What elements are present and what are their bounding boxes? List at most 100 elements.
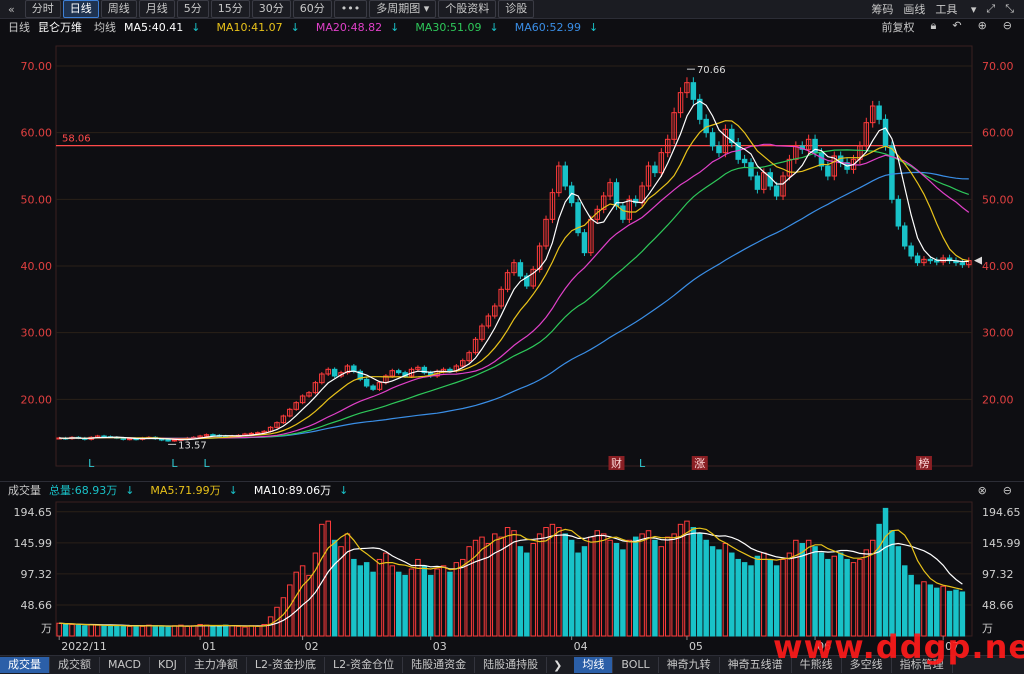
volume-bar [280,597,287,637]
zoom-out-icon[interactable]: ⊖ [1003,19,1012,35]
reference-line-label: 58.06 [62,134,91,145]
adjust-button[interactable]: 前复权 [881,19,914,35]
price-tick-label-right: 30.00 [982,327,1014,340]
ma30-line [59,149,969,439]
period-tab[interactable]: 5分 [176,0,209,18]
stock-info-button[interactable]: 个股资料 [438,0,497,18]
candle-body [652,165,658,174]
lock-icon[interactable]: 🔒︎ [930,19,936,35]
volume-tick-label-left: 194.65 [14,506,53,519]
x-axis-label: 03 [433,640,447,653]
period-tab[interactable]: 月线 [138,0,175,18]
overlay-tab[interactable]: 均线 [574,657,614,673]
expand-icon[interactable]: ⤢ [986,2,995,16]
event-marker: 涨 [694,457,705,470]
volume-bar [735,558,741,637]
volume-bar [216,625,223,637]
candle-body [370,385,376,390]
candle-body [748,162,754,177]
volume-bar [639,533,645,637]
period-tab[interactable]: ••• [333,0,368,18]
candle-body [709,132,716,147]
volume-bar [229,625,235,637]
volume-bar [235,625,242,637]
event-marker: L [171,457,178,470]
indicator-tab[interactable]: KDJ [150,657,186,673]
volume-bar [434,568,440,637]
candle-body [934,260,940,263]
indicator-tab[interactable]: 主力净额 [186,657,247,673]
period-tab[interactable]: 分时 [24,0,61,18]
volume-bar [357,565,364,637]
candle-body [517,262,524,277]
period-tab[interactable]: 日线 [62,0,99,18]
volume-bar [139,625,146,637]
candle-body [825,165,831,177]
indicator-tab[interactable]: L2-资金抄底 [247,657,326,673]
collapse-icon[interactable]: ⤡ [1005,2,1014,16]
volume-bar [530,542,536,637]
ma20-text: MA20:48.82 [315,20,383,34]
volume-bar [479,536,485,637]
volume-bar [267,616,274,637]
event-marker: L [639,457,646,470]
zoom-in-icon[interactable]: ⊕ [978,19,987,35]
close-icon[interactable]: ⊗ [978,484,987,497]
x-axis-label: 01 [202,640,216,653]
volume-bar [287,584,293,637]
back-icon[interactable]: « [8,3,15,16]
volume-frame [55,501,973,637]
watermark: www.ddgp.net [773,628,1024,666]
zoom-out-icon[interactable]: ⊖ [1003,484,1012,497]
period-tab[interactable]: 60分 [292,0,332,18]
ma-label[interactable]: 均线 [94,19,116,35]
volume-bar [690,527,697,637]
plot-frame [55,45,973,467]
x-axis-label: 2022/11 [61,640,107,653]
ma30-text: MA30:51.09 [415,20,482,34]
indicator-tab[interactable]: L2-资金仓位 [325,657,404,673]
volume-bar [158,625,165,637]
volume-bar [556,527,562,637]
volume-bar [761,552,767,637]
volume-bar [242,626,248,637]
diagnose-button[interactable]: 诊股 [498,0,535,18]
chip-button[interactable]: 筹码 [871,1,893,17]
ma10-value: MA10:41.07 ↓ [216,20,300,34]
volume-tick-label-left: 48.66 [21,599,53,612]
volume-bar [671,533,677,637]
scroll-right-icon[interactable]: ❯ [547,659,568,672]
indicator-tab[interactable]: MACD [100,657,150,673]
volume-bar [82,625,88,637]
volume-bar [658,546,665,637]
volume-bar [876,523,882,637]
event-marker: L [203,457,210,470]
draw-line-button[interactable]: 画线 [903,1,925,17]
indicator-tab[interactable]: 陆股通持股 [475,657,548,673]
undo-icon[interactable]: ↶ [952,19,961,35]
overlay-tab[interactable]: BOLL [613,657,659,673]
volume-bar [331,539,338,637]
price-tick-label-right: 40.00 [982,260,1014,273]
volume-bar [620,549,626,637]
period-tab[interactable]: 30分 [251,0,291,18]
period-tab[interactable]: 周线 [100,0,137,18]
volume-bar [75,624,82,637]
indicator-tab[interactable]: 陆股通资金 [403,657,476,673]
volume-bar [895,546,902,637]
volume-bar [511,530,517,637]
price-tick-label-left: 70.00 [21,60,53,73]
price-chart[interactable]: 20.00 20.00 30.00 30.00 40.00 40.00 50.00 50.00… [0,36,1024,481]
indicator-tab[interactable]: 成交额 [50,657,100,673]
toolbar-right: 筹码 画线 工具 ▾ ⤢ ⤡ [871,0,1024,18]
volume-bar [524,552,530,637]
period-tab[interactable]: 15分 [210,0,250,18]
candle-body [447,368,453,372]
tools-button[interactable]: 工具 ▾ [935,1,976,17]
overlay-tab[interactable]: 神奇九转 [659,657,720,673]
indicator-tab[interactable]: 成交量 [0,657,50,673]
multi-period-label: 多周期图 [376,2,421,15]
volume-bar [146,624,152,637]
volume-bar [901,565,908,637]
multi-period-dropdown[interactable]: 多周期图 ▾ [369,0,437,18]
